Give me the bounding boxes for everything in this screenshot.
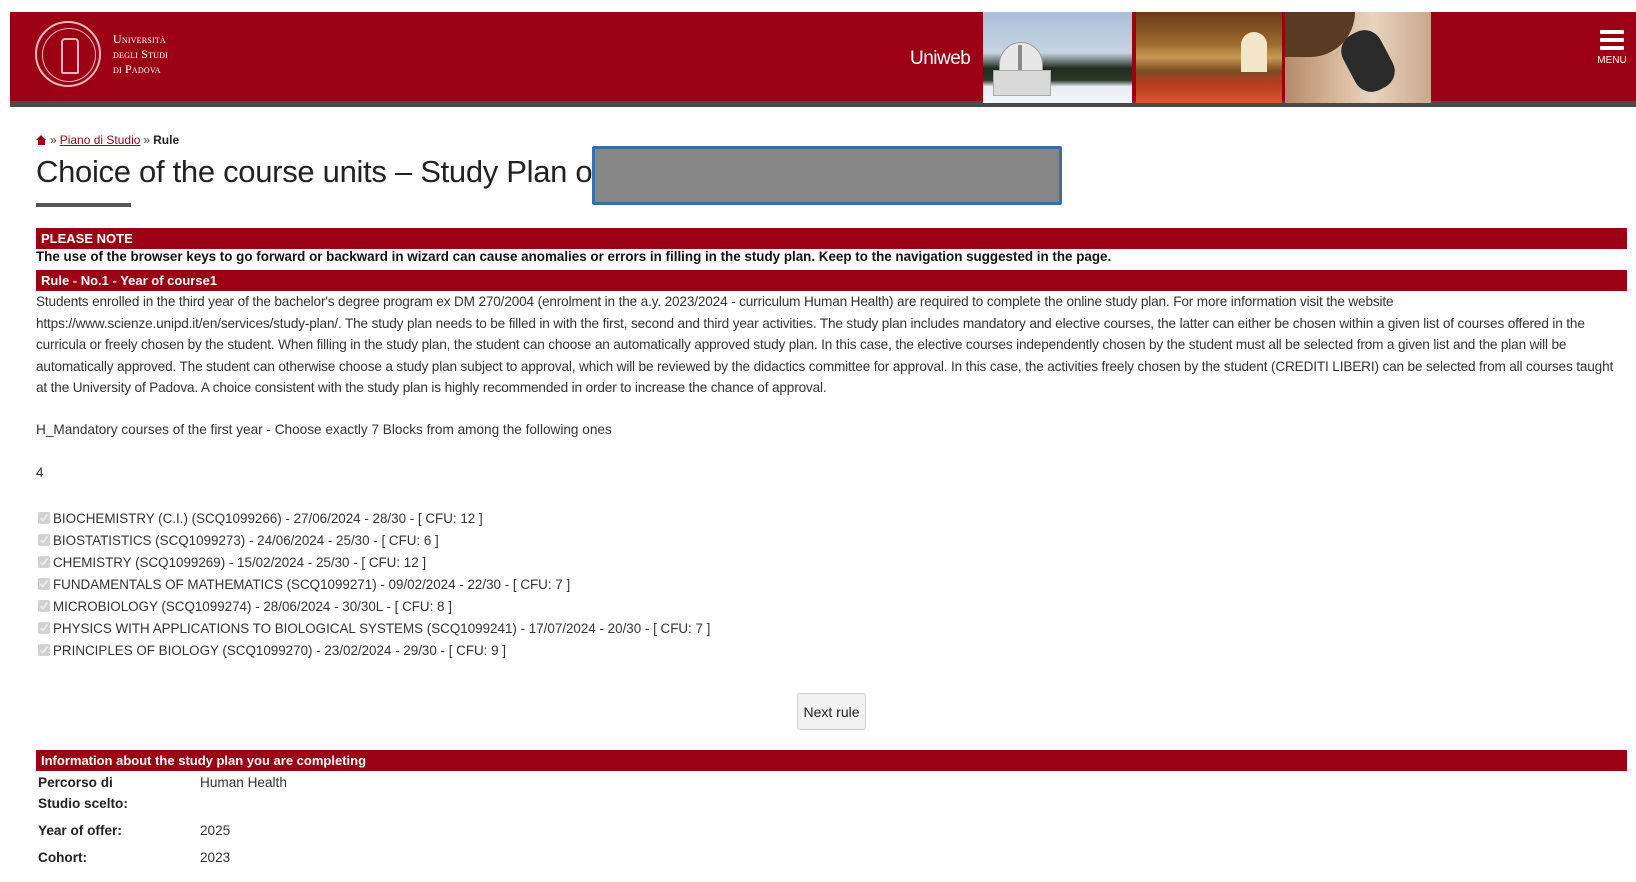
- breadcrumb-current: Rule: [153, 133, 180, 147]
- course-item: BIOCHEMISTRY (C.I.) (SCQ1099266) - 27/06…: [36, 507, 710, 529]
- course-item: MICROBIOLOGY (SCQ1099274) - 28/06/2024 -…: [36, 595, 710, 617]
- info-value: 2023: [200, 850, 231, 865]
- course-checkbox[interactable]: [38, 600, 50, 612]
- info-label: Year of offer:: [38, 823, 122, 838]
- menu-button[interactable]: MENU: [1592, 30, 1632, 80]
- app-name: Uniweb: [910, 48, 971, 69]
- course-checkbox[interactable]: [38, 512, 50, 524]
- rule-heading: Rule - No.1 - Year of course1: [36, 270, 1627, 291]
- course-label: BIOSTATISTICS (SCQ1099273) - 24/06/2024 …: [53, 532, 439, 548]
- breadcrumb: » Piano di Studio » Rule: [36, 133, 179, 147]
- course-list: BIOCHEMISTRY (C.I.) (SCQ1099266) - 27/06…: [36, 507, 710, 661]
- breadcrumb-separator: »: [143, 133, 151, 147]
- redacted-student-name: [592, 146, 1062, 205]
- logo-line-1: Università: [113, 31, 166, 46]
- please-note-heading: PLEASE NOTE: [36, 228, 1627, 249]
- info-value: 2025: [200, 823, 231, 838]
- course-label: PRINCIPLES OF BIOLOGY (SCQ1099270) - 23/…: [53, 642, 506, 658]
- course-label: MICROBIOLOGY (SCQ1099274) - 28/06/2024 -…: [53, 598, 452, 614]
- info-row: Year of offer: 2025: [38, 820, 287, 841]
- block-instruction: H_Mandatory courses of the first year - …: [36, 422, 612, 437]
- info-label: Cohort:: [38, 850, 88, 865]
- course-item: PRINCIPLES OF BIOLOGY (SCQ1099270) - 23/…: [36, 639, 710, 661]
- hamburger-menu-icon: [1600, 30, 1624, 54]
- title-underline: [36, 203, 131, 207]
- logo-line-2: degli Studi: [113, 46, 168, 61]
- course-item: BIOSTATISTICS (SCQ1099273) - 24/06/2024 …: [36, 529, 710, 551]
- course-checkbox[interactable]: [38, 556, 50, 568]
- course-checkbox[interactable]: [38, 622, 50, 634]
- course-checkbox[interactable]: [38, 644, 50, 656]
- breadcrumb-link-piano-di-studio[interactable]: Piano di Studio: [60, 133, 141, 147]
- logo-line-3: di Padova: [113, 61, 161, 76]
- info-row: Percorso di Studio scelto: Human Health: [38, 772, 287, 814]
- course-label: FUNDAMENTALS OF MATHEMATICS (SCQ1099271)…: [53, 576, 571, 592]
- course-item: CHEMISTRY (SCQ1099269) - 15/02/2024 - 25…: [36, 551, 710, 573]
- university-name: Università degli Studi di Padova: [113, 32, 168, 77]
- breadcrumb-separator: »: [50, 133, 57, 147]
- info-row: Cohort: 2023: [38, 847, 287, 868]
- info-label: Percorso di Studio scelto:: [38, 775, 128, 811]
- menu-label: MENU: [1597, 55, 1627, 66]
- course-item: FUNDAMENTALS OF MATHEMATICS (SCQ1099271)…: [36, 573, 710, 595]
- university-logo[interactable]: Università degli Studi di Padova: [35, 21, 168, 87]
- please-note-text: The use of the browser keys to go forwar…: [36, 249, 1112, 264]
- site-header: Università degli Studi di Padova Uniweb …: [10, 12, 1636, 107]
- block-number: 4: [36, 465, 44, 480]
- aula-magna-photo: [1136, 12, 1282, 103]
- observatory-photo: [983, 12, 1132, 103]
- microscope-photo: [1285, 12, 1431, 103]
- course-label: PHYSICS WITH APPLICATIONS TO BIOLOGICAL …: [53, 620, 711, 636]
- course-label: BIOCHEMISTRY (C.I.) (SCQ1099266) - 27/06…: [53, 510, 483, 526]
- info-heading: Information about the study plan you are…: [36, 750, 1627, 771]
- next-rule-button[interactable]: Next rule: [797, 693, 866, 730]
- home-icon[interactable]: [36, 135, 47, 145]
- page-title: Choice of the course units – Study Plan …: [36, 154, 601, 189]
- course-label: CHEMISTRY (SCQ1099269) - 15/02/2024 - 25…: [53, 554, 427, 570]
- info-value: Human Health: [200, 775, 287, 790]
- study-plan-info: Percorso di Studio scelto: Human Health Ye…: [38, 772, 287, 874]
- course-checkbox[interactable]: [38, 578, 50, 590]
- course-item: PHYSICS WITH APPLICATIONS TO BIOLOGICAL …: [36, 617, 710, 639]
- university-seal-logo: [35, 21, 101, 87]
- course-checkbox[interactable]: [38, 534, 50, 546]
- rule-description: Students enrolled in the third year of t…: [36, 294, 1614, 396]
